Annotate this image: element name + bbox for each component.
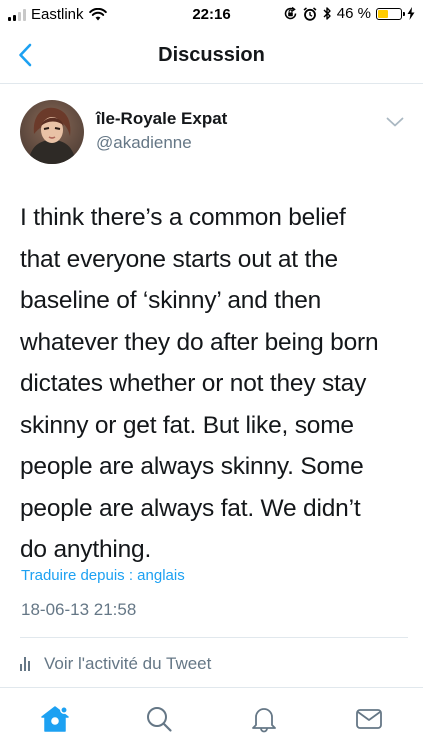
battery-percent: 46 % <box>336 5 371 22</box>
divider <box>20 637 408 638</box>
status-bar-right: 46 % <box>283 5 415 22</box>
tweet-text: I think there’s a common belief that eve… <box>20 204 379 563</box>
orientation-lock-icon <box>284 6 297 20</box>
alarm-icon <box>303 6 317 21</box>
status-bar: Eastlink 22:16 46 % <box>0 0 423 28</box>
carrier-name: Eastlink <box>31 6 84 23</box>
tweet-timestamp: 18-06-13 21:58 <box>21 600 137 619</box>
battery-icon <box>376 7 405 20</box>
tab-messages[interactable] <box>354 704 384 734</box>
signal-strength-icon <box>8 8 26 21</box>
analytics-icon <box>20 657 30 671</box>
avatar-image <box>20 100 84 164</box>
charging-bolt-icon <box>407 7 415 20</box>
tab-search[interactable] <box>144 704 174 734</box>
author-display-name[interactable]: île-Royale Expat <box>96 109 227 129</box>
author-handle[interactable]: @akadienne <box>96 133 192 153</box>
tab-notifications[interactable] <box>249 704 279 734</box>
translate-link[interactable]: Traduire depuis : anglais <box>21 567 185 584</box>
search-icon <box>147 707 172 732</box>
home-icon <box>41 706 69 732</box>
page-title: Discussion <box>158 44 265 66</box>
tab-home[interactable] <box>40 704 70 734</box>
messages-icon <box>356 709 382 729</box>
tab-bar <box>0 687 423 750</box>
navigation-bar: Discussion <box>0 28 423 84</box>
chevron-down-icon <box>386 117 404 127</box>
status-bar-left: Eastlink <box>8 6 107 23</box>
tweet-activity-label: Voir l'activité du Tweet <box>44 654 212 673</box>
notifications-icon <box>252 708 276 733</box>
avatar[interactable] <box>20 100 84 164</box>
wifi-icon <box>88 8 107 21</box>
bluetooth-icon <box>323 7 331 20</box>
tweet-options-button[interactable] <box>384 114 406 130</box>
tweet-activity-link[interactable]: Voir l'activité du Tweet <box>20 654 211 674</box>
